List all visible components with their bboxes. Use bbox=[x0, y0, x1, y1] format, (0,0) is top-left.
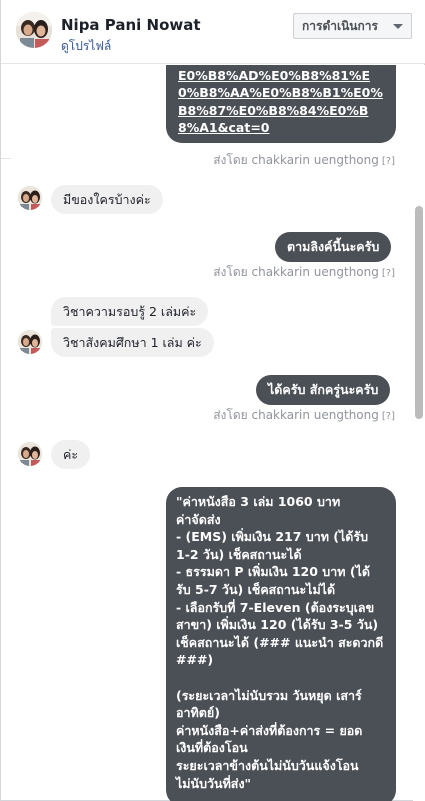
help-link[interactable]: [?] bbox=[382, 411, 395, 422]
message-line: เช็คสถานะได้ (### แนะนำ สะดวกดี bbox=[176, 634, 384, 650]
sent-by-text: ส่งโดย chakkarin uengthong bbox=[213, 265, 379, 279]
contact-avatar[interactable] bbox=[16, 12, 52, 48]
message-line: เงินที่ต้องโอน bbox=[176, 740, 248, 756]
message-line: ค่าหนังสือ+ค่าส่งที่ต้องการ = ยอด bbox=[176, 722, 363, 738]
help-link[interactable]: [?] bbox=[382, 156, 395, 167]
outgoing-message[interactable]: ได้ครับ สักครู่นะครับ bbox=[256, 375, 391, 405]
sent-by-meta: ส่งโดย chakkarin uengthong [?] bbox=[213, 263, 395, 282]
message-line bbox=[176, 669, 386, 687]
scrollbar-thumb[interactable] bbox=[415, 206, 423, 419]
message-line: ###) bbox=[176, 652, 214, 668]
message-line: - (EMS) เพิ่มเงิน 217 บาท (ได้รับ bbox=[176, 529, 369, 545]
long-message-body: "ค่าหนังสือ 3 เล่ม 1060 บาทค่าจัดส่ง - (E… bbox=[176, 493, 386, 792]
incoming-message[interactable]: ค่ะ bbox=[51, 440, 91, 469]
conversation-header: Nipa Pani Nowat ดูโปรไฟล์ การดำเนินการ bbox=[1, 0, 425, 64]
message-line: ไม่นับวันที่ส่ง" bbox=[176, 775, 252, 791]
contact-avatar-small[interactable] bbox=[18, 330, 42, 354]
incoming-message[interactable]: วิชาสังคมศึกษา 1 เล่ม ค่ะ bbox=[51, 328, 214, 357]
message-line: ค่าจัดส่ง bbox=[176, 511, 221, 527]
messenger-window: Nipa Pani Nowat ดูโปรไฟล์ การดำเนินการ l… bbox=[0, 0, 425, 801]
divider bbox=[1, 158, 11, 159]
message-line: (ระยะเวลาไม่นับรวม วันหยุด เสาร์ bbox=[176, 687, 362, 703]
outgoing-message[interactable]: ตามลิงค์นี้นะครับ bbox=[275, 232, 392, 262]
message-line: ระยะเวลาข้างต้นไม่นับวันแจ้งโอน bbox=[176, 757, 359, 773]
sent-by-text: ส่งโดย chakkarin uengthong bbox=[213, 408, 379, 422]
incoming-message[interactable]: มีของใครบ้างค่ะ bbox=[51, 185, 163, 214]
outgoing-message-long[interactable]: "ค่าหนังสือ 3 เล่ม 1060 บาทค่าจัดส่ง - (E… bbox=[166, 487, 396, 801]
message-line: สาขา) เพิ่มเงิน 120 (ได้รับ 3-5 วัน) bbox=[176, 617, 379, 633]
message-line: "ค่าหนังสือ 3 เล่ม 1060 บาท bbox=[176, 494, 341, 509]
incoming-message[interactable]: วิชาความรอบรู้ 2 เล่มค่ะ bbox=[51, 297, 209, 326]
contact-avatar-small[interactable] bbox=[18, 186, 42, 210]
message-line: - ธรรมดา P เพิ่มเงิน 120 บาท (ได้ bbox=[176, 564, 370, 580]
actions-label: การดำเนินการ bbox=[302, 18, 378, 33]
help-link[interactable]: [?] bbox=[382, 268, 395, 279]
sent-by-meta: ส่งโดย chakkarin uengthong [?] bbox=[213, 406, 395, 425]
contact-name[interactable]: Nipa Pani Nowat bbox=[61, 16, 201, 34]
view-profile-link[interactable]: ดูโปรไฟล์ bbox=[61, 37, 111, 56]
message-line: 1-2 วัน) เช็คสถานะได้ bbox=[176, 546, 302, 562]
message-line: - เลือกรับที่ 7-Eleven (ต้องระบุเลข bbox=[176, 599, 375, 615]
scrollbar-track[interactable] bbox=[413, 65, 425, 801]
message-thread[interactable]: lang=th&sel=%E0%B9%80%E0%B8%AD%E0%B8%81%… bbox=[1, 65, 413, 801]
message-line: อาทิตย์) bbox=[176, 705, 220, 721]
contact-avatar-small[interactable] bbox=[18, 442, 42, 466]
actions-dropdown-button[interactable]: การดำเนินการ bbox=[293, 13, 412, 39]
sent-by-meta: ส่งโดย chakkarin uengthong [?] bbox=[213, 151, 395, 170]
outgoing-message-link[interactable]: lang=th&sel=%E0%B9%80%E0%B8%AD%E0%B8%81%… bbox=[166, 65, 396, 143]
shared-link[interactable]: lang=th&sel=%E0%B9%80%E0%B8%AD%E0%B8%81%… bbox=[178, 65, 383, 136]
message-line: รับ 5-7 วัน) เช็คสถานะไม่ได้ bbox=[176, 581, 336, 597]
caret-down-icon bbox=[393, 24, 403, 29]
sent-by-text: ส่งโดย chakkarin uengthong bbox=[213, 153, 379, 167]
